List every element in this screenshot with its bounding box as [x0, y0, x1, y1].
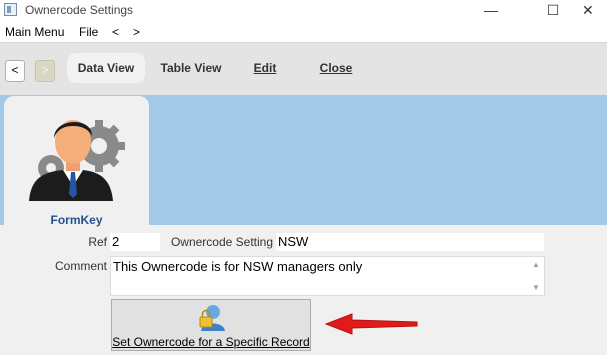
menu-main-menu[interactable]: Main Menu	[5, 25, 64, 39]
comment-label: Comment	[54, 259, 107, 273]
user-lock-icon	[199, 305, 225, 331]
set-ownercode-button[interactable]: Set Ownercode for a Specific Record	[111, 299, 311, 351]
comment-scrollbar[interactable]: ▲ ▼	[529, 257, 544, 295]
annotation-arrow	[324, 313, 418, 335]
menu-back[interactable]: <	[112, 25, 119, 39]
maximize-button[interactable]: ☐	[530, 0, 576, 22]
app-icon	[4, 3, 17, 16]
ownercode-setting-field[interactable]: NSW	[276, 233, 544, 251]
comment-textarea[interactable]: This Ownercode is for NSW managers only …	[110, 256, 545, 296]
ref-field[interactable]: 2	[110, 233, 160, 251]
set-ownercode-label: Set Ownercode for a Specific Record	[112, 335, 310, 349]
ownercode-setting-label: Ownercode Setting	[170, 235, 273, 249]
formkey-label: FormKey	[50, 213, 103, 227]
ref-label: Ref	[88, 235, 107, 249]
tab-edit[interactable]: Edit	[245, 53, 285, 83]
title-bar: Ownercode Settings — ☐ ✕	[0, 0, 607, 22]
tab-close[interactable]: Close	[313, 53, 359, 83]
close-window-button[interactable]: ✕	[582, 0, 607, 22]
scroll-down-icon[interactable]: ▼	[532, 283, 540, 292]
forward-button[interactable]: >	[35, 60, 55, 82]
formkey-card[interactable]: FormKey	[4, 96, 149, 244]
businessman-gears-icon	[29, 120, 125, 201]
scroll-up-icon[interactable]: ▲	[532, 260, 540, 269]
menu-bar: Main Menu File < >	[0, 22, 607, 42]
minimize-button[interactable]: —	[468, 0, 514, 22]
back-button[interactable]: <	[5, 60, 25, 82]
menu-file[interactable]: File	[79, 25, 98, 39]
tab-table-view[interactable]: Table View	[152, 53, 230, 83]
toolbar: < > Data View Table View Edit Close	[0, 42, 607, 95]
window-title: Ownercode Settings	[25, 3, 134, 17]
comment-text: This Ownercode is for NSW managers only	[113, 259, 363, 274]
tab-data-view[interactable]: Data View	[67, 53, 145, 83]
menu-forward[interactable]: >	[133, 25, 140, 39]
